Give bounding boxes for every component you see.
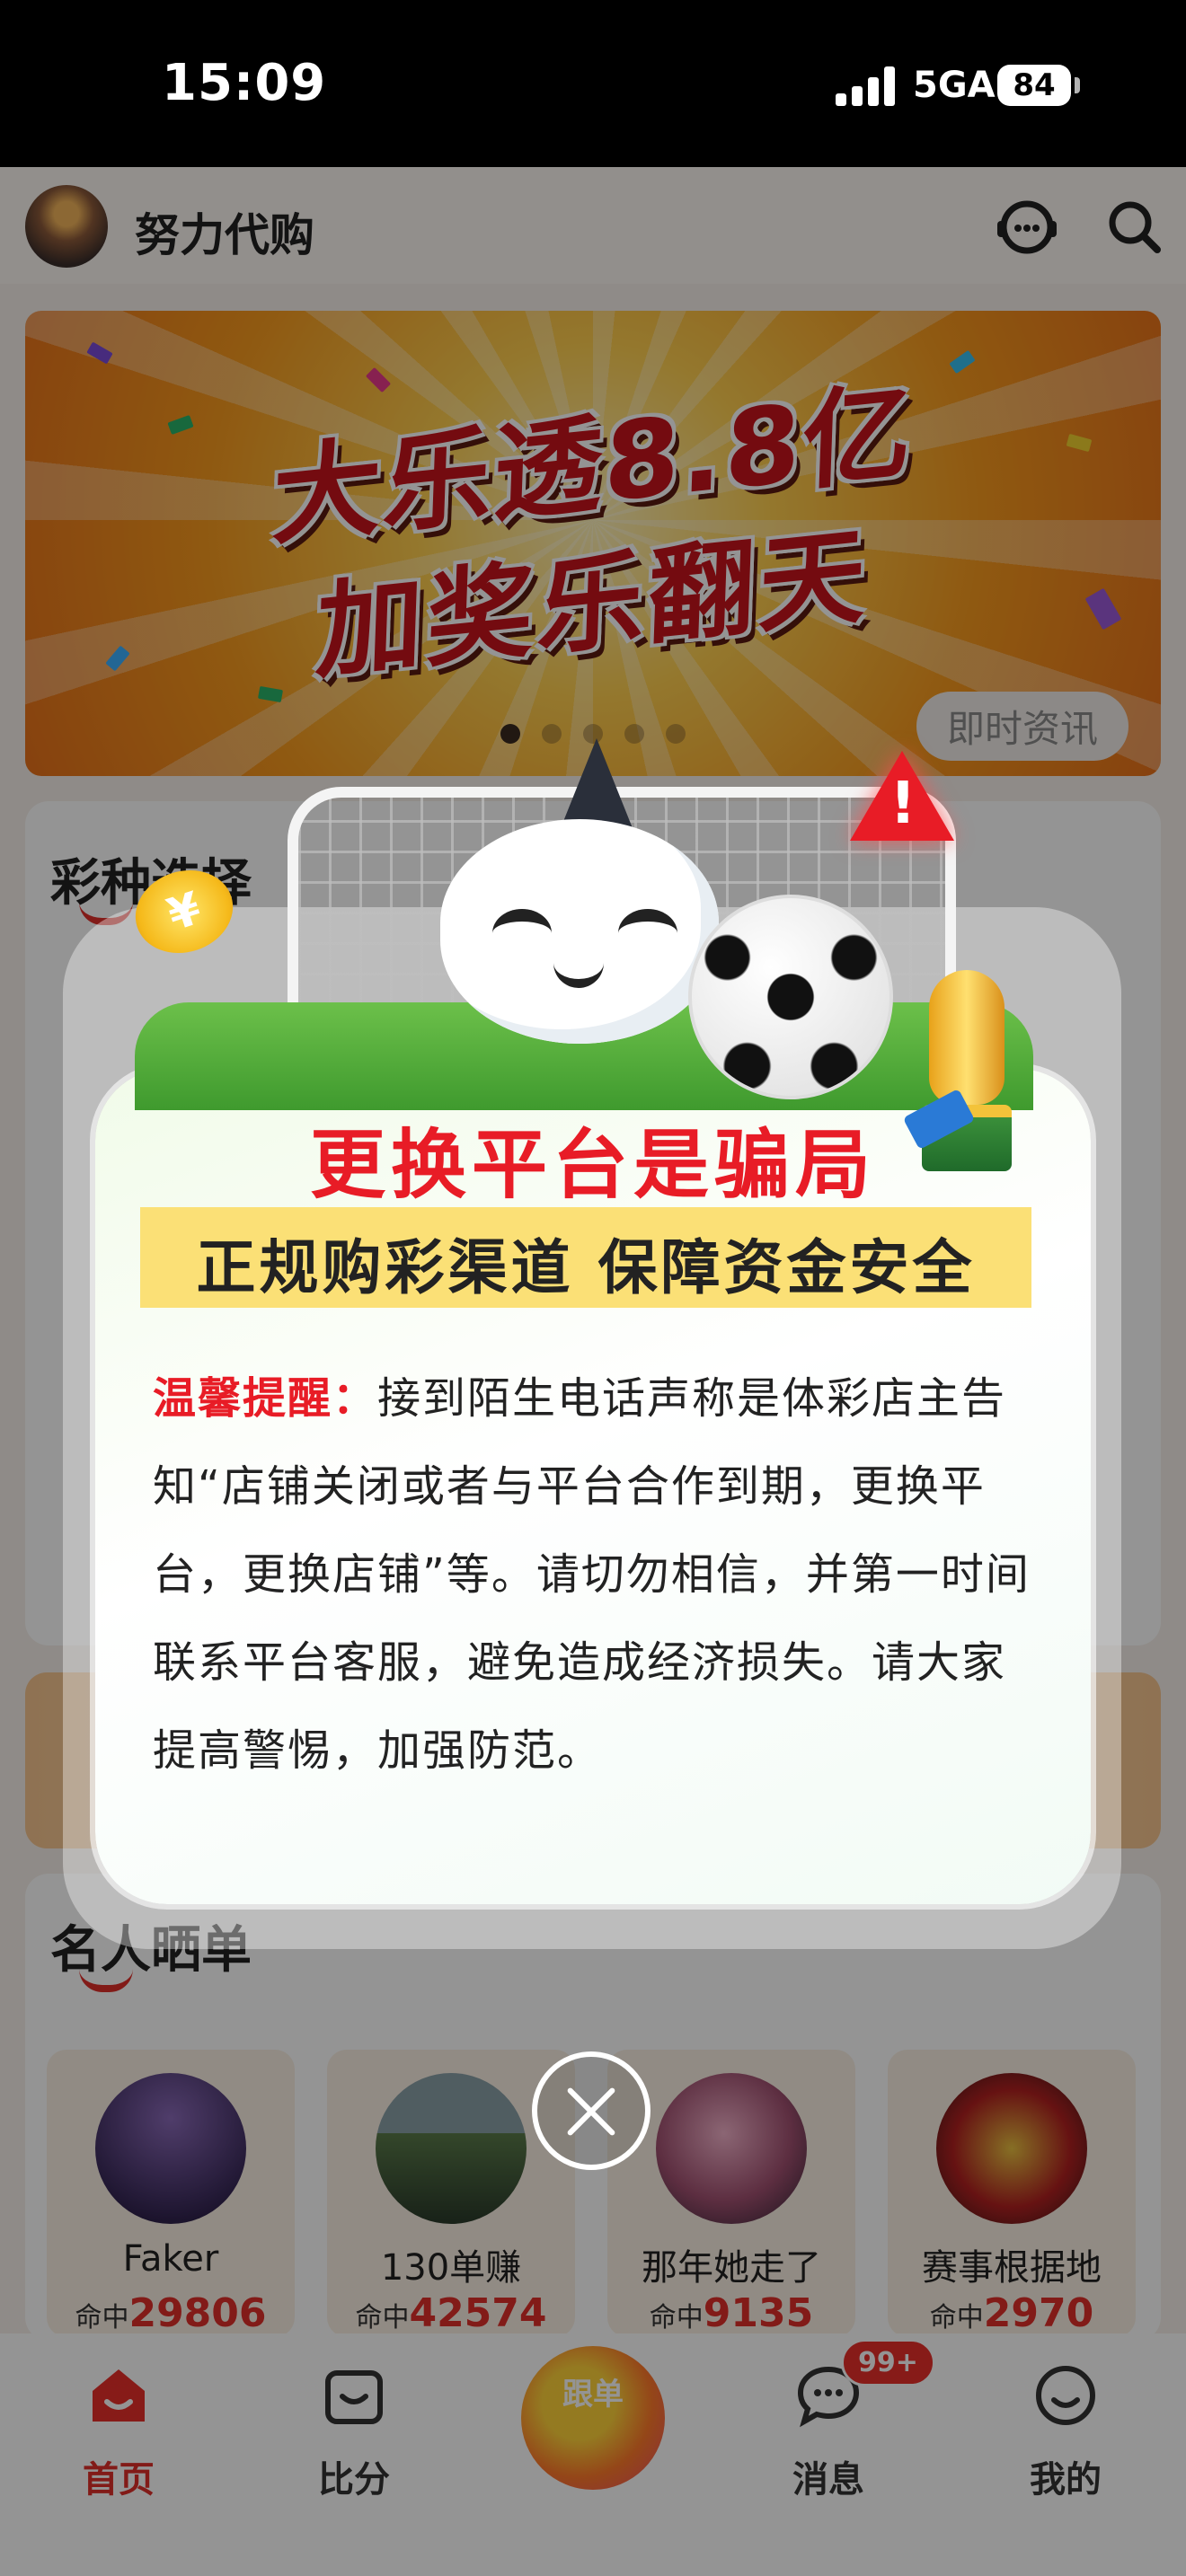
network-type: 5GA (913, 65, 996, 106)
battery-icon: 84 (997, 65, 1071, 106)
mascot-eye (492, 909, 552, 957)
signal-icon (836, 66, 898, 106)
modal-body: 温馨提醒：接到陌生电话声称是体彩店主告知“店铺关闭或者与平台合作到期，更换平台，… (153, 1354, 1035, 1795)
battery-tip (1075, 77, 1080, 93)
warning-mark: ! (890, 771, 916, 837)
modal-title: 更换平台是骗局 (309, 1121, 876, 1209)
reminder-lead: 温馨提醒： (153, 1373, 378, 1424)
mascot-eye (618, 909, 677, 957)
modal-subtitle: 正规购彩渠道 保障资金安全 (196, 1233, 976, 1302)
status-time: 15:09 (162, 54, 327, 112)
coin-icon: ¥ (124, 858, 244, 966)
close-modal-button[interactable] (532, 2051, 651, 2170)
status-bar: 15:09 5GA 84 (0, 0, 1186, 167)
reminder-text: 接到陌生电话声称是体彩店主告知“店铺关闭或者与平台合作到期，更换平台，更换店铺”… (153, 1373, 1031, 1776)
soccer-ball-icon (688, 895, 893, 1099)
